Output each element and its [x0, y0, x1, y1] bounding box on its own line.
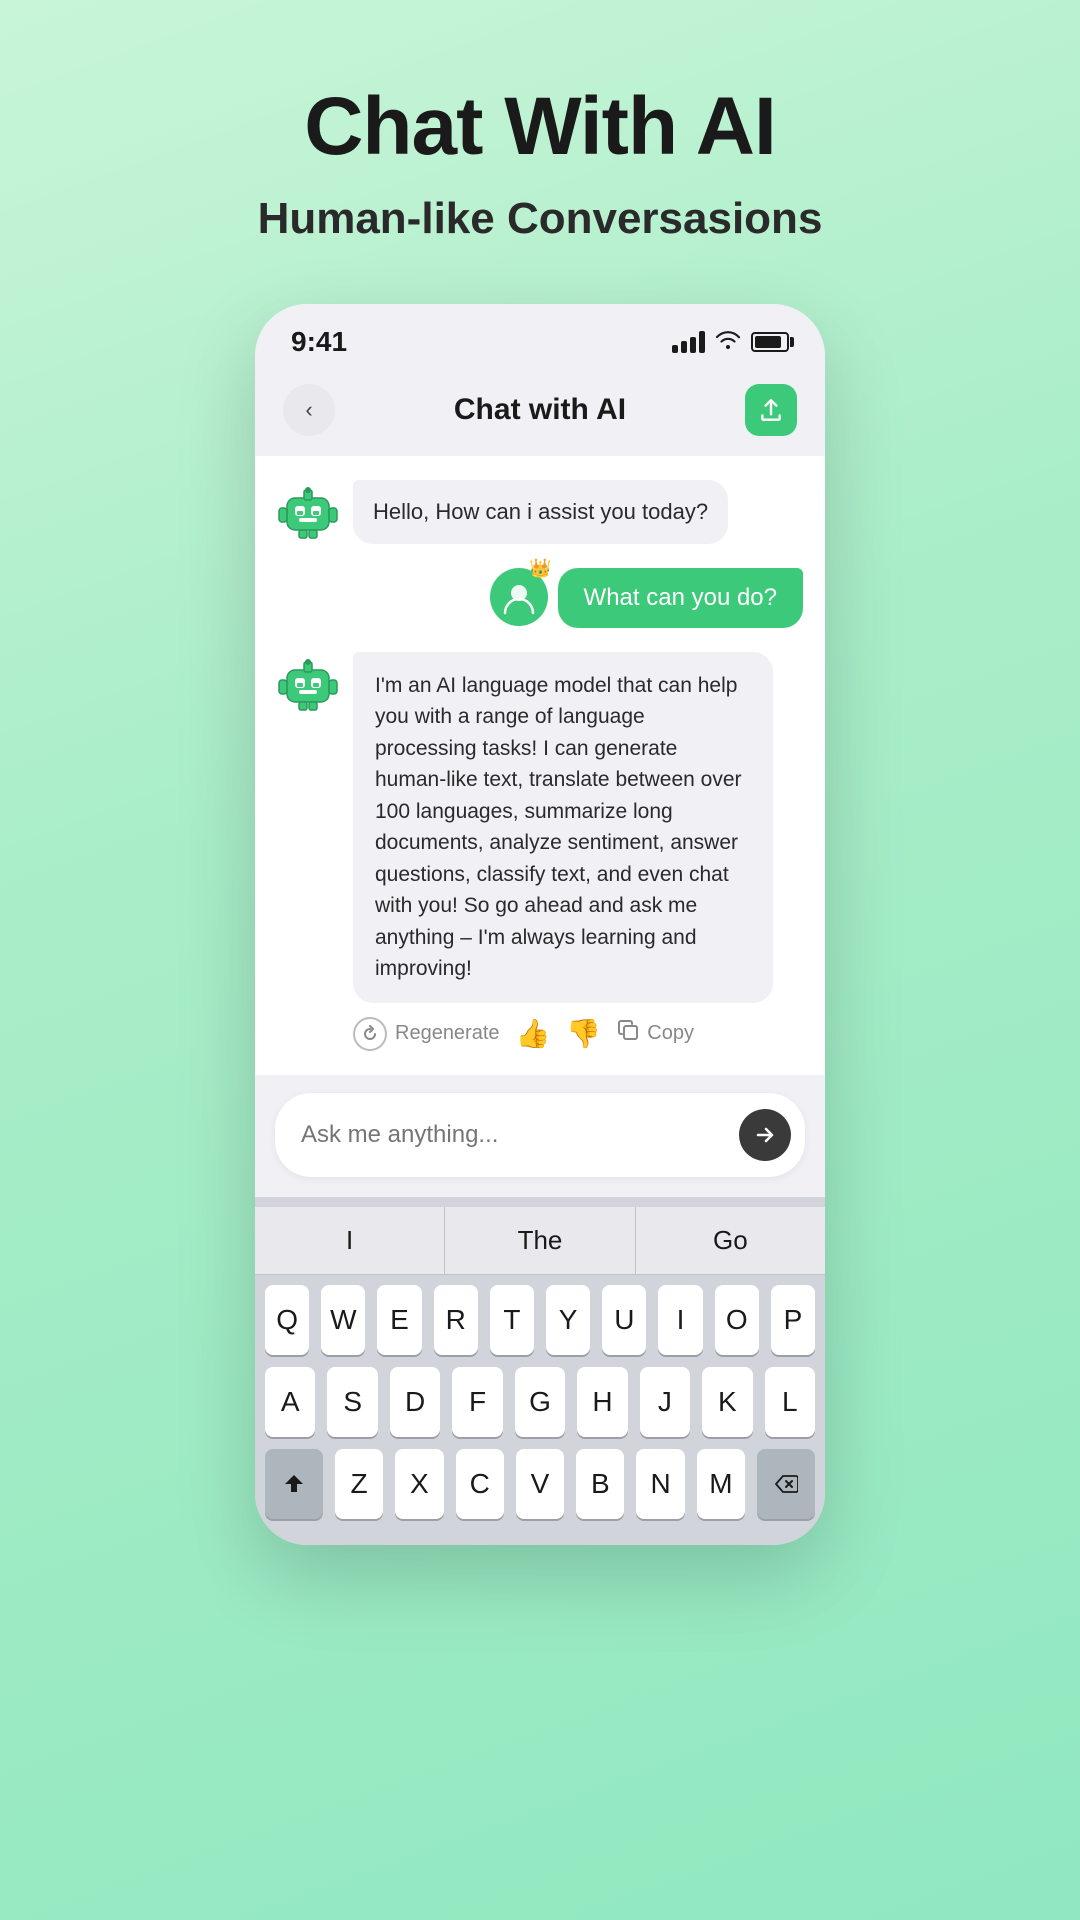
thumbs-down-button[interactable]: 👎	[566, 1017, 601, 1050]
key-l[interactable]: L	[765, 1367, 815, 1437]
keyboard: I The Go Q W E R T Y U I O P A S D F G H…	[255, 1197, 825, 1545]
key-d[interactable]: D	[390, 1367, 440, 1437]
suggestion-the[interactable]: The	[445, 1207, 635, 1274]
back-button[interactable]: ‹	[283, 384, 335, 436]
keyboard-suggestions: I The Go	[255, 1207, 825, 1275]
share-icon	[758, 397, 784, 423]
key-v[interactable]: V	[516, 1449, 564, 1519]
key-n[interactable]: N	[636, 1449, 684, 1519]
keyboard-row-2: A S D F G H J K L	[255, 1367, 825, 1437]
user-message: What can you do? 👑	[277, 568, 803, 628]
share-button[interactable]	[745, 384, 797, 436]
bot-avatar-2	[277, 652, 339, 714]
key-o[interactable]: O	[715, 1285, 759, 1355]
key-y[interactable]: Y	[546, 1285, 590, 1355]
key-p[interactable]: P	[771, 1285, 815, 1355]
status-icons	[672, 329, 789, 355]
key-e[interactable]: E	[377, 1285, 421, 1355]
key-f[interactable]: F	[452, 1367, 502, 1437]
regenerate-icon	[353, 1017, 387, 1051]
phone-mockup: 9:41 ‹ Chat with AI	[255, 304, 825, 1545]
page-subtitle: Human-like Conversasions	[258, 194, 823, 244]
key-t[interactable]: T	[490, 1285, 534, 1355]
page-title: Chat With AI	[304, 80, 776, 174]
crown-icon: 👑	[529, 558, 551, 579]
send-button[interactable]	[739, 1109, 791, 1161]
key-r[interactable]: R	[434, 1285, 478, 1355]
wifi-icon	[715, 329, 741, 355]
key-w[interactable]: W	[321, 1285, 365, 1355]
key-g[interactable]: G	[515, 1367, 565, 1437]
suggestion-i[interactable]: I	[255, 1207, 445, 1274]
action-bar: Regenerate 👍 👎 Copy	[353, 1017, 773, 1051]
bot-bubble-2: I'm an AI language model that can help y…	[353, 652, 773, 1003]
status-time: 9:41	[291, 326, 347, 358]
input-bar	[255, 1075, 825, 1197]
battery-icon	[751, 332, 789, 352]
key-q[interactable]: Q	[265, 1285, 309, 1355]
app-header: ‹ Chat with AI	[255, 368, 825, 456]
key-x[interactable]: X	[395, 1449, 443, 1519]
key-j[interactable]: J	[640, 1367, 690, 1437]
key-h[interactable]: H	[577, 1367, 627, 1437]
input-wrapper[interactable]	[275, 1093, 805, 1177]
key-b[interactable]: B	[576, 1449, 624, 1519]
keyboard-row-1: Q W E R T Y U I O P	[255, 1285, 825, 1355]
thumbs-up-button[interactable]: 👍	[516, 1017, 551, 1050]
copy-icon	[617, 1019, 639, 1048]
key-a[interactable]: A	[265, 1367, 315, 1437]
regenerate-button[interactable]: Regenerate	[353, 1017, 500, 1051]
copy-button[interactable]: Copy	[617, 1019, 694, 1048]
backspace-key[interactable]	[757, 1449, 815, 1519]
signal-icon	[672, 331, 705, 353]
user-bubble: What can you do?	[558, 568, 803, 628]
bot-message-1: Hello, How can i assist you today?	[277, 480, 803, 544]
key-u[interactable]: U	[602, 1285, 646, 1355]
keyboard-row-3: Z X C V B N M	[255, 1449, 825, 1519]
key-z[interactable]: Z	[335, 1449, 383, 1519]
bot-message-2: I'm an AI language model that can help y…	[277, 652, 803, 1051]
shift-key[interactable]	[265, 1449, 323, 1519]
bot-avatar	[277, 480, 339, 542]
chat-input[interactable]	[301, 1121, 739, 1149]
key-s[interactable]: S	[327, 1367, 377, 1437]
user-avatar: 👑	[490, 568, 548, 626]
key-i[interactable]: I	[658, 1285, 702, 1355]
key-k[interactable]: K	[702, 1367, 752, 1437]
key-c[interactable]: C	[456, 1449, 504, 1519]
key-m[interactable]: M	[697, 1449, 745, 1519]
chat-area: Hello, How can i assist you today? What …	[255, 456, 825, 1075]
bot-bubble-1: Hello, How can i assist you today?	[353, 480, 728, 544]
suggestion-go[interactable]: Go	[636, 1207, 825, 1274]
status-bar: 9:41	[255, 304, 825, 368]
header-title: Chat with AI	[454, 393, 626, 427]
